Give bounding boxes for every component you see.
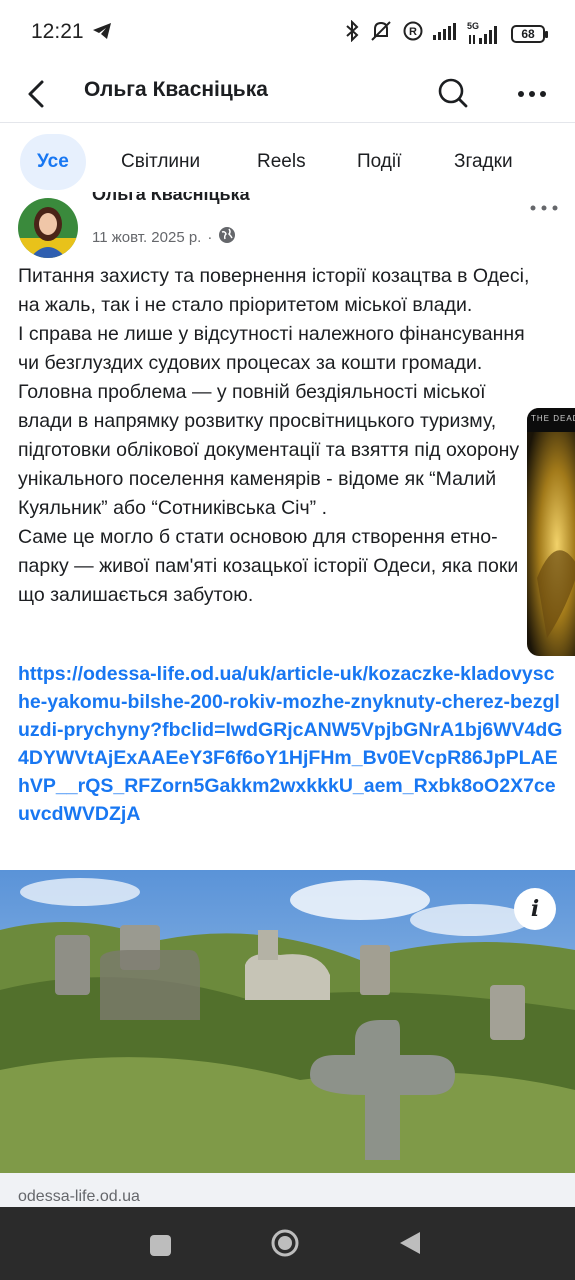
- search-icon: [438, 78, 468, 108]
- more-options-button[interactable]: [514, 76, 550, 112]
- link-domain: odessa-life.od.ua: [18, 1188, 140, 1205]
- more-dots-icon: [530, 205, 558, 211]
- page-title: Ольга Квасніцька: [84, 78, 268, 101]
- home-circle-icon: [271, 1229, 299, 1257]
- registered-icon: R: [403, 21, 423, 46]
- post-meta: 11 жовт. 2025 р. ·: [92, 226, 236, 248]
- tab-mentions[interactable]: Згадки: [454, 134, 513, 190]
- avatar[interactable]: [18, 198, 78, 258]
- post-text: Питання захисту та повернення історії ко…: [18, 265, 530, 606]
- tab-photos[interactable]: Світлини: [121, 134, 200, 190]
- telegram-icon: [92, 22, 112, 45]
- more-dots-icon: [518, 91, 546, 97]
- tab-all[interactable]: Усе: [20, 134, 86, 190]
- link-preview-image[interactable]: [0, 870, 575, 1173]
- status-icons: R 5G 68: [345, 19, 548, 47]
- thumb-text: THE DEAD: [531, 414, 575, 423]
- system-back-button[interactable]: [398, 1230, 422, 1256]
- post-options-button[interactable]: [529, 196, 559, 217]
- overlay-thumbnail[interactable]: THE DEAD: [527, 408, 575, 656]
- tab-reels[interactable]: Reels: [257, 134, 306, 190]
- back-triangle-icon: [400, 1232, 420, 1254]
- back-button[interactable]: [20, 74, 56, 114]
- signal-icon: [433, 22, 457, 45]
- post-date[interactable]: 11 жовт. 2025 р.: [92, 229, 201, 246]
- post-header: Ольга Квасніцька 11 жовт. 2025 р. ·: [0, 192, 575, 262]
- status-bar: 12:21 R 5G 68: [0, 0, 575, 66]
- search-button[interactable]: [436, 74, 470, 112]
- battery-indicator: 68: [511, 24, 548, 43]
- meta-separator: ·: [207, 228, 213, 246]
- home-button[interactable]: [270, 1228, 300, 1258]
- tab-events[interactable]: Події: [357, 134, 401, 190]
- status-time: 12:21: [31, 20, 84, 43]
- signal-5g-icon: 5G: [467, 21, 501, 45]
- globe-icon: [218, 226, 236, 248]
- post-link[interactable]: https://odessa-life.od.ua/uk/article-uk/…: [18, 660, 566, 828]
- mute-icon: [369, 20, 393, 47]
- bluetooth-icon: [345, 19, 359, 47]
- svg-text:R: R: [409, 26, 417, 38]
- post-author[interactable]: Ольга Квасніцька: [92, 192, 250, 205]
- profile-tabs: Усе Світлини Reels Події Згадки: [0, 132, 575, 192]
- info-button[interactable]: i: [514, 888, 556, 930]
- app-header: Ольга Квасніцька: [0, 66, 575, 123]
- recent-apps-button[interactable]: [150, 1235, 171, 1256]
